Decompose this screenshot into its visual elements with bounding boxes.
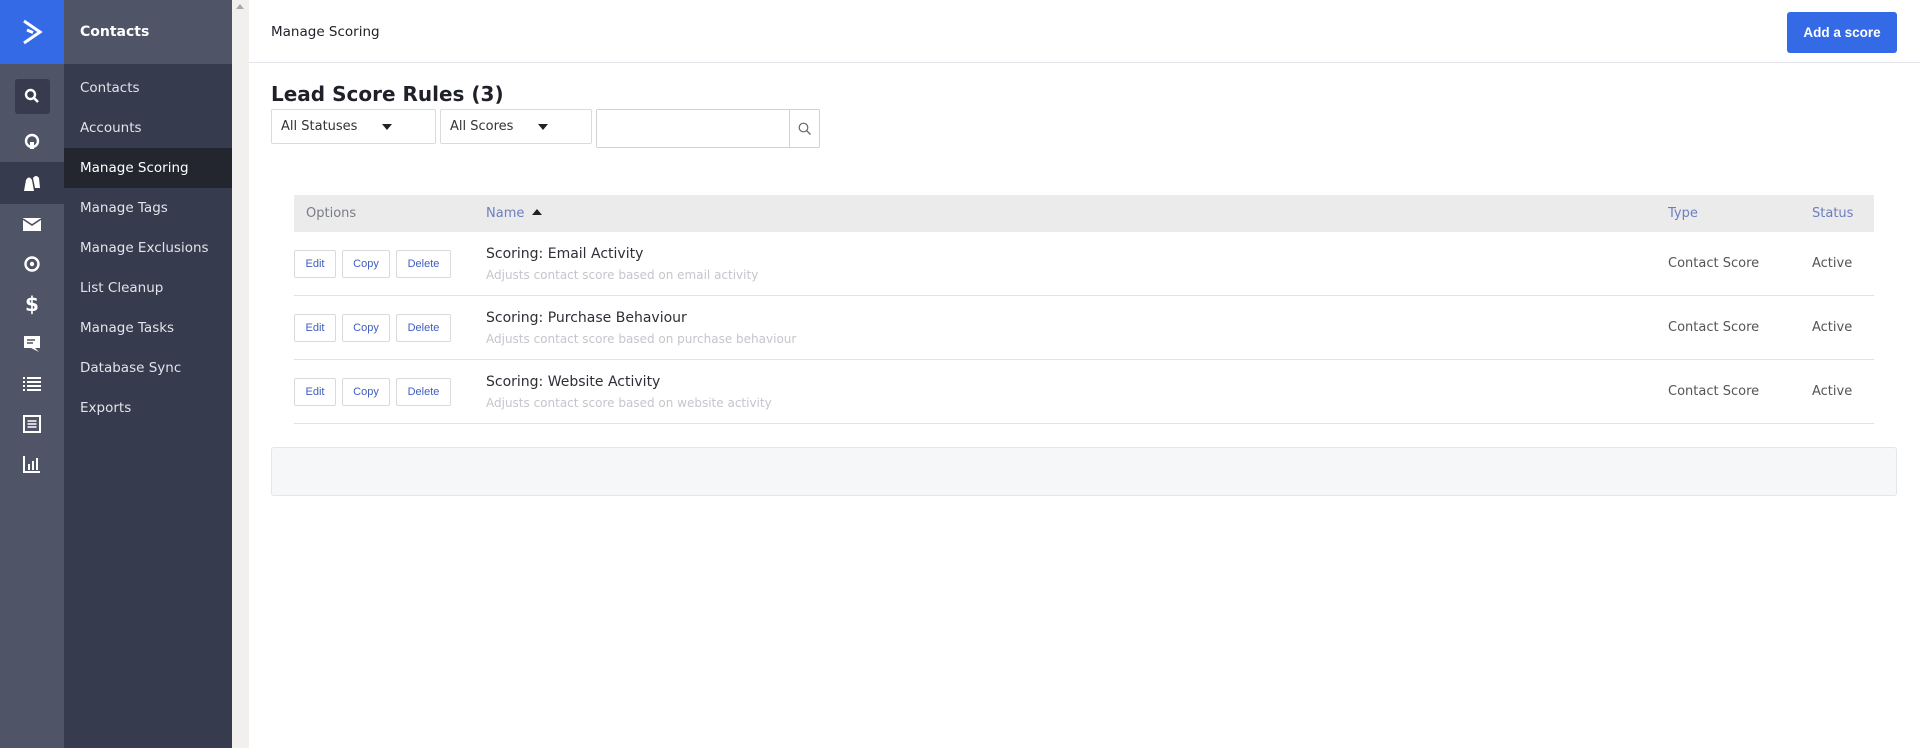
table-row: Edit Copy Delete Scoring: Website Activi… bbox=[294, 360, 1874, 424]
copy-button[interactable]: Copy bbox=[342, 249, 390, 278]
status-filter-value: All Statuses bbox=[281, 119, 358, 134]
bar-chart-icon bbox=[23, 456, 40, 473]
envelope-icon bbox=[23, 217, 41, 231]
rule-type: Contact Score bbox=[1668, 256, 1760, 271]
top-bar: Manage Scoring Add a score bbox=[249, 0, 1920, 63]
location-pin-icon bbox=[24, 133, 40, 149]
rail-location[interactable] bbox=[0, 122, 64, 162]
rail-email[interactable] bbox=[0, 204, 64, 244]
rail-reports[interactable] bbox=[0, 444, 64, 484]
nav-item-manage-exclusions[interactable]: Manage Exclusions bbox=[64, 228, 232, 268]
dollar-icon: $ bbox=[25, 292, 39, 316]
scroll-up-arrow-icon[interactable] bbox=[236, 4, 244, 9]
target-icon bbox=[24, 256, 40, 272]
rail-forms[interactable] bbox=[0, 404, 64, 444]
rail-conversations[interactable] bbox=[0, 324, 64, 364]
status-filter-select[interactable]: All Statuses bbox=[271, 109, 436, 144]
page-breadcrumb-title: Manage Scoring bbox=[271, 24, 380, 40]
nav-title: Contacts bbox=[64, 0, 232, 64]
score-rules-table: Options Name Type Status Edit Copy Delet… bbox=[294, 195, 1874, 424]
copy-button[interactable]: Copy bbox=[342, 377, 390, 406]
page-title: Lead Score Rules (3) bbox=[271, 82, 504, 106]
rule-status: Active bbox=[1812, 384, 1853, 399]
nav-item-exports[interactable]: Exports bbox=[64, 388, 232, 428]
rule-name[interactable]: Scoring: Website Activity bbox=[486, 374, 1668, 390]
copy-button[interactable]: Copy bbox=[342, 313, 390, 342]
search-icon bbox=[798, 122, 811, 135]
table-row: Edit Copy Delete Scoring: Purchase Behav… bbox=[294, 296, 1874, 360]
chevron-down-icon bbox=[538, 124, 548, 130]
logo[interactable] bbox=[0, 0, 64, 64]
column-type[interactable]: Type bbox=[1668, 206, 1812, 221]
rule-name[interactable]: Scoring: Email Activity bbox=[486, 246, 1668, 262]
rule-type: Contact Score bbox=[1668, 384, 1760, 399]
main-content: Manage Scoring Add a score Lead Score Ru… bbox=[249, 0, 1920, 748]
document-icon bbox=[23, 415, 41, 433]
contacts-icon bbox=[24, 176, 40, 191]
icon-rail: $ bbox=[0, 0, 64, 748]
nav-item-list-cleanup[interactable]: List Cleanup bbox=[64, 268, 232, 308]
edit-button[interactable]: Edit bbox=[294, 313, 336, 342]
nav-item-manage-tasks[interactable]: Manage Tasks bbox=[64, 308, 232, 348]
edit-button[interactable]: Edit bbox=[294, 249, 336, 278]
table-row: Edit Copy Delete Scoring: Email Activity… bbox=[294, 232, 1874, 296]
column-name[interactable]: Name bbox=[486, 206, 1668, 221]
rail-automations[interactable] bbox=[0, 244, 64, 284]
nav-item-database-sync[interactable]: Database Sync bbox=[64, 348, 232, 388]
column-name-label: Name bbox=[486, 206, 525, 221]
score-filter-value: All Scores bbox=[450, 119, 514, 134]
nav-item-manage-tags[interactable]: Manage Tags bbox=[64, 188, 232, 228]
rule-type: Contact Score bbox=[1668, 320, 1760, 335]
nav-item-manage-scoring[interactable]: Manage Scoring bbox=[64, 148, 232, 188]
edit-button[interactable]: Edit bbox=[294, 377, 336, 406]
delete-button[interactable]: Delete bbox=[396, 377, 451, 406]
add-score-button[interactable]: Add a score bbox=[1787, 12, 1897, 53]
column-status[interactable]: Status bbox=[1812, 206, 1874, 221]
chat-icon bbox=[24, 336, 40, 352]
table-footer-panel bbox=[271, 447, 1897, 496]
rail-deals[interactable]: $ bbox=[0, 284, 64, 324]
rule-status: Active bbox=[1812, 256, 1853, 271]
nav-item-contacts[interactable]: Contacts bbox=[64, 68, 232, 108]
table-header: Options Name Type Status bbox=[294, 195, 1874, 232]
search-field bbox=[596, 109, 820, 148]
search-icon bbox=[24, 88, 39, 103]
rail-lists[interactable] bbox=[0, 364, 64, 404]
rule-description: Adjusts contact score based on website a… bbox=[486, 395, 772, 410]
rail-contacts[interactable] bbox=[0, 162, 64, 204]
section-nav: Contacts Contacts Accounts Manage Scorin… bbox=[64, 0, 232, 748]
list-icon bbox=[23, 377, 41, 391]
filter-bar: All Statuses All Scores bbox=[271, 109, 820, 148]
delete-button[interactable]: Delete bbox=[396, 313, 451, 342]
score-filter-select[interactable]: All Scores bbox=[440, 109, 592, 144]
rule-description: Adjusts contact score based on email act… bbox=[486, 267, 759, 282]
search-input[interactable] bbox=[597, 110, 789, 147]
activecampaign-logo-icon bbox=[23, 19, 43, 45]
rule-status: Active bbox=[1812, 320, 1853, 335]
scrollbar[interactable] bbox=[232, 0, 249, 748]
rule-description: Adjusts contact score based on purchase … bbox=[486, 331, 797, 346]
rule-name[interactable]: Scoring: Purchase Behaviour bbox=[486, 310, 1668, 326]
column-options: Options bbox=[306, 206, 357, 221]
delete-button[interactable]: Delete bbox=[396, 249, 451, 278]
chevron-down-icon bbox=[382, 124, 392, 130]
sort-ascending-icon bbox=[532, 209, 543, 215]
search-button[interactable] bbox=[789, 110, 819, 147]
rail-search[interactable] bbox=[0, 76, 64, 116]
nav-item-accounts[interactable]: Accounts bbox=[64, 108, 232, 148]
